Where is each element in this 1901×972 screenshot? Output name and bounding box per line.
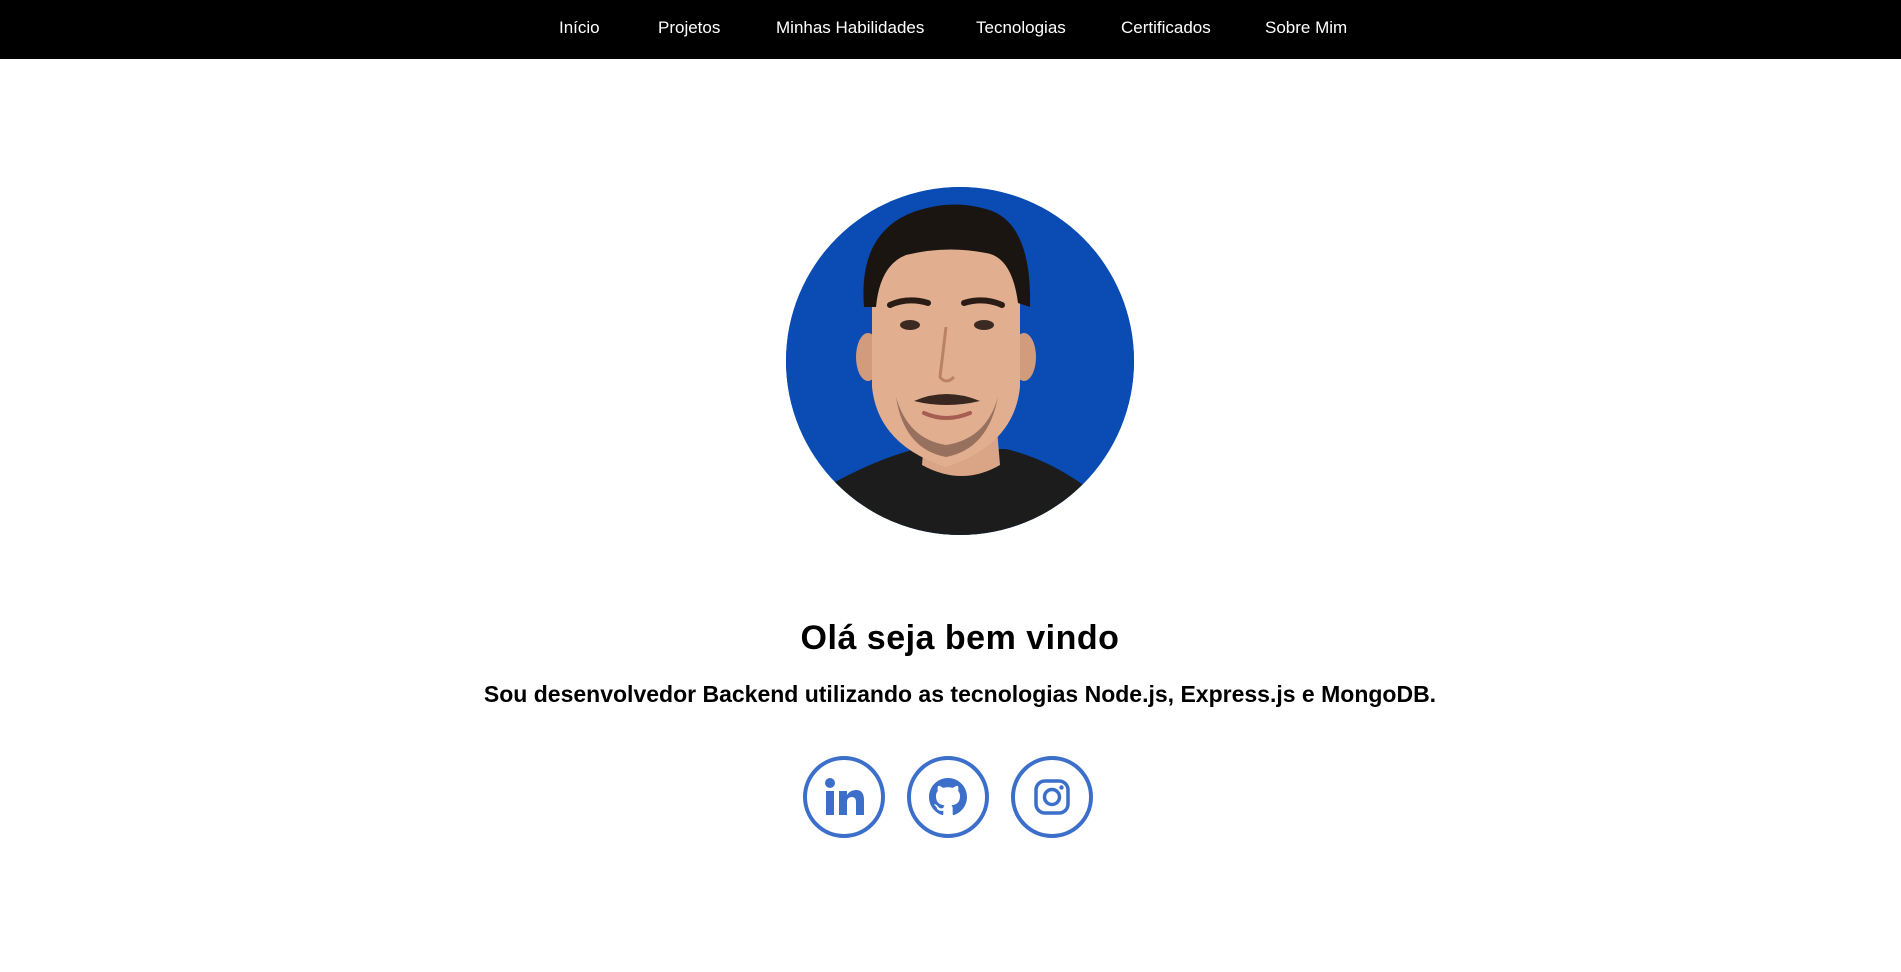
linkedin-icon (825, 778, 864, 815)
nav-item-certificados[interactable]: Certificados (1121, 18, 1211, 38)
nav-item-projetos[interactable]: Projetos (658, 18, 720, 38)
profile-photo (786, 187, 1134, 535)
hero-subtitle: Sou desenvolvedor Backend utilizando as … (483, 681, 1437, 707)
nav-item-inicio[interactable]: Início (559, 18, 600, 38)
github-icon (929, 778, 967, 816)
github-link[interactable] (907, 756, 989, 838)
profile-portrait-image (786, 187, 1134, 535)
nav-item-habilidades[interactable]: Minhas Habilidades (776, 18, 924, 38)
hero-title: Olá seja bem vindo (800, 619, 1120, 657)
nav-menu: Início Projetos Minhas Habilidades Tecno… (0, 0, 1901, 59)
nav-item-sobre-mim[interactable]: Sobre Mim (1265, 18, 1347, 38)
linkedin-link[interactable] (803, 756, 885, 838)
top-navbar: Início Projetos Minhas Habilidades Tecno… (0, 0, 1901, 59)
instagram-link[interactable] (1011, 756, 1093, 838)
nav-item-tecnologias[interactable]: Tecnologias (976, 18, 1066, 38)
instagram-icon (1034, 779, 1070, 815)
